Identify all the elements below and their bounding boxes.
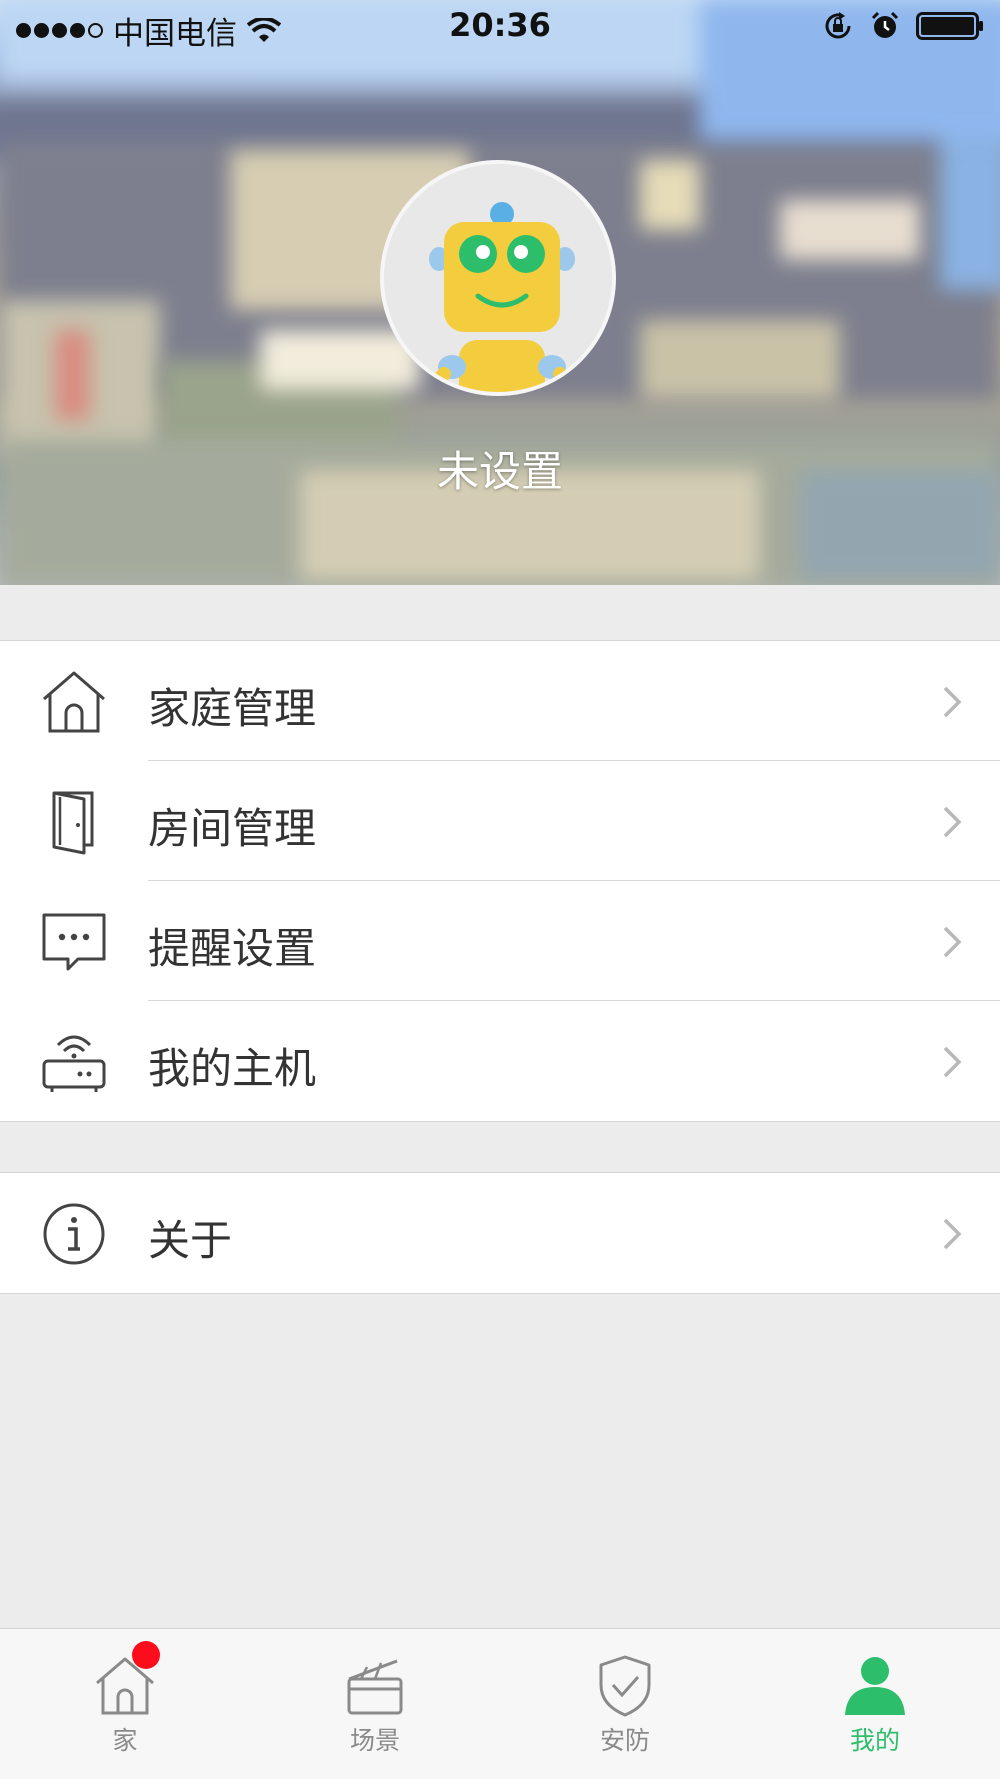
alarm-icon [871,11,899,38]
menu-item-home-management[interactable]: 家庭管理 [0,641,1000,761]
tab-label: 安防 [599,1726,650,1755]
tab-home[interactable]: 家 [0,1629,250,1779]
robot-avatar-icon [418,202,586,392]
chevron-right-icon [943,1218,962,1250]
menu-item-label: 提醒设置 [148,924,317,973]
tab-label: 场景 [349,1726,400,1755]
avatar[interactable] [380,160,616,396]
tab-label: 家 [112,1726,138,1755]
menu-item-label: 家庭管理 [148,684,317,733]
menu-group-management: 家庭管理 房间管理 提醒设置 我的主机 [0,640,1000,1122]
menu-item-my-host[interactable]: 我的主机 [0,1001,1000,1121]
battery-icon [916,12,983,40]
router-icon [42,1035,106,1092]
tab-bar: 家 场景 安防 我的 [0,1628,1000,1779]
nickname[interactable]: 未设置 [0,438,1000,499]
shield-check-icon [599,1655,651,1717]
menu-group-about: 关于 [0,1172,1000,1294]
message-icon [42,913,106,971]
door-icon [52,791,94,855]
tab-security[interactable]: 安防 [500,1629,750,1779]
status-bar: 中国电信 20:36 [0,0,1000,54]
rotation-lock-icon [825,12,851,39]
info-icon [43,1203,105,1265]
menu-item-label: 关于 [148,1216,233,1265]
tab-mine[interactable]: 我的 [750,1629,1000,1779]
tab-scene[interactable]: 场景 [250,1629,500,1779]
chevron-right-icon [943,1046,962,1078]
status-right [822,10,984,42]
menu-item-reminder-settings[interactable]: 提醒设置 [0,881,1000,1001]
menu-item-label: 我的主机 [148,1044,317,1093]
profile-header: 中国电信 20:36 未设置 [0,0,1000,585]
notification-badge [132,1641,160,1669]
clapperboard-icon [347,1659,403,1715]
menu-item-about[interactable]: 关于 [0,1173,1000,1293]
chevron-right-icon [943,686,962,718]
person-icon [845,1657,905,1715]
house-icon [43,671,105,733]
tab-label: 我的 [849,1726,900,1755]
chevron-right-icon [943,926,962,958]
menu-item-room-management[interactable]: 房间管理 [0,761,1000,881]
chevron-right-icon [943,806,962,838]
menu-item-label: 房间管理 [148,804,317,853]
